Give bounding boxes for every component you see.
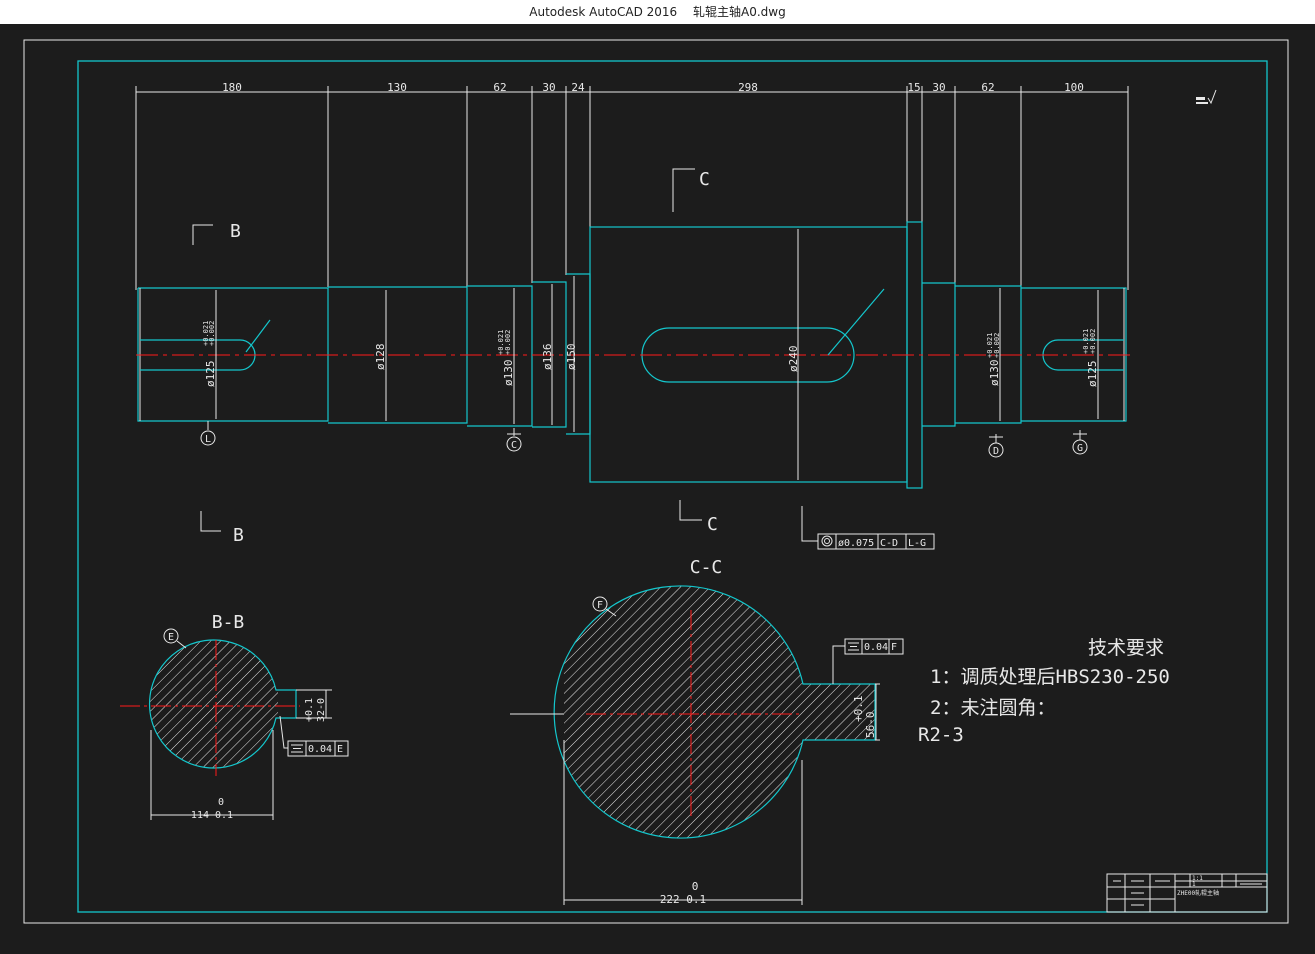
section-cc-title: C-C — [690, 557, 723, 578]
dia-240: ø240 — [787, 346, 800, 373]
section-markers: B B C C — [192, 168, 718, 546]
dia-128: ø128 — [374, 344, 387, 371]
top-dimension-chain: 180 130 62 30 24 298 15 30 62 100 — [135, 81, 1129, 290]
section-mark-c-bottom: C — [707, 514, 718, 535]
title-sheet: 1 — [1192, 881, 1196, 888]
cc-width-dim: 222-0.1 — [660, 893, 706, 906]
fcf-concentricity: ø0.075 C-D L-G — [801, 506, 935, 550]
datum-d: D — [993, 446, 999, 457]
datum-g: G — [1077, 443, 1083, 454]
dim-180: 180 — [222, 81, 242, 94]
dia-130-left: ø130 — [502, 360, 515, 387]
bb-fcf-ref: E — [337, 744, 343, 755]
dia-136: ø136 — [541, 344, 554, 371]
section-bb[interactable]: B-B E 0 114-0.1 +0.1 32-0 0.04 E — [120, 612, 349, 821]
roughness-symbol — [1196, 89, 1217, 105]
bb-width-dim: 114-0.1 — [191, 810, 233, 821]
dim-15: 15 — [907, 81, 920, 94]
app-title: Autodesk AutoCAD 2016 — [529, 5, 678, 19]
fcf-ref2: L-G — [908, 538, 926, 549]
tech-req-line3: R2-3 — [918, 724, 964, 746]
tol-lo-130-left: +0.002 — [504, 330, 512, 355]
dim-62-right: 62 — [981, 81, 994, 94]
section-bb-title: B-B — [212, 612, 245, 633]
tech-req-line2: 2：未注圆角： — [930, 697, 1055, 719]
file-name: 轧辊主轴A0.dwg — [693, 5, 786, 19]
dim-298: 298 — [738, 81, 758, 94]
tech-req-title: 技术要求 — [1088, 637, 1164, 659]
fcf-ref1: C-D — [880, 538, 898, 549]
cc-depth-dim: 56-0 — [864, 712, 877, 739]
section-mark-c-top: C — [699, 169, 710, 190]
cc-width-nominal: 0 — [692, 880, 699, 893]
cc-fcf-value: 0.04 — [864, 642, 888, 653]
datum-f: F — [597, 600, 603, 611]
tol-lo-130-right: +0.002 — [993, 333, 1001, 358]
dim-30-right: 30 — [932, 81, 945, 94]
section-cc[interactable]: C-C F 0 222-0.1 +0.1 56-0 0.04 F — [510, 557, 904, 906]
section-mark-b-bottom: B — [233, 525, 244, 546]
title-part-name: ZHE00轧辊主轴 — [1177, 889, 1219, 897]
datum-l: L — [205, 434, 211, 445]
tol-lo-125-right: +0.002 — [1089, 329, 1097, 354]
dim-100: 100 — [1064, 81, 1084, 94]
datum-e: E — [168, 632, 174, 643]
bb-depth-tol: +0.1 — [304, 698, 315, 722]
dia-125-left: ø125 — [204, 361, 217, 388]
technical-requirements: 技术要求 1：调质处理后HBS230-250 2：未注圆角： R2-3 — [918, 637, 1170, 746]
bb-width-nominal: 0 — [218, 797, 224, 808]
section-mark-b-top: B — [230, 221, 241, 242]
tol-lo-125-left: +0.002 — [208, 321, 216, 346]
fcf-value: ø0.075 — [838, 538, 874, 549]
dia-150: ø150 — [565, 344, 578, 371]
dia-130-right: ø130 — [988, 360, 1001, 387]
bb-depth-dim: 32-0 — [316, 698, 327, 722]
dim-62-left: 62 — [493, 81, 506, 94]
dia-125-right: ø125 — [1086, 361, 1099, 388]
tech-req-line1: 1：调质处理后HBS230-250 — [930, 666, 1170, 688]
datum-c: C — [511, 440, 517, 451]
cc-fcf-ref: F — [891, 642, 897, 653]
dim-130: 130 — [387, 81, 407, 94]
title-block: ZHE00轧辊主轴 1:1 1 — [1106, 873, 1268, 913]
dim-24: 24 — [571, 81, 585, 94]
drawing-canvas[interactable]: 180 130 62 30 24 298 15 30 62 100 ø125 +… — [0, 24, 1315, 950]
dim-30-left: 30 — [542, 81, 555, 94]
bb-fcf-value: 0.04 — [308, 744, 332, 755]
window-title-bar: Autodesk AutoCAD 2016 轧辊主轴A0.dwg — [0, 0, 1315, 25]
